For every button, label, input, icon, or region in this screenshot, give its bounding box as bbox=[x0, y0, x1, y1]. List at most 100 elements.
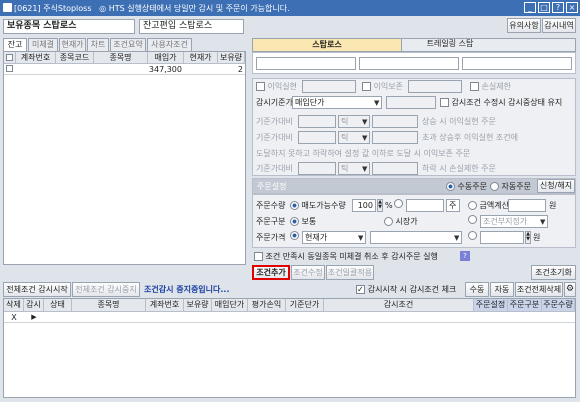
preserve-value bbox=[408, 80, 462, 93]
price-radio[interactable] bbox=[290, 231, 299, 240]
total-qty: 2 bbox=[237, 65, 243, 74]
tab-price[interactable]: 현재가 bbox=[59, 38, 86, 51]
keep-status-option[interactable]: 감시조건 수정시 감시중상태 유지 bbox=[440, 96, 562, 109]
help-icon[interactable]: ? bbox=[460, 251, 470, 261]
delete-row-icon[interactable]: X bbox=[4, 312, 24, 323]
price-select[interactable]: 현재가 ▼ bbox=[302, 231, 366, 244]
holdings-grid: 계좌번호 종목코드 종목명 매입가 현재가 보유량 347,300 2 bbox=[3, 51, 246, 265]
row2-unit[interactable]: 틱 ▼ bbox=[338, 131, 370, 144]
delete-all-button[interactable]: 조건전체삭제 bbox=[515, 282, 563, 297]
history-button[interactable]: 감시내역 bbox=[542, 18, 576, 33]
help-icon[interactable]: ? bbox=[552, 2, 564, 13]
start-all-button[interactable]: 전체조건 감시시작 bbox=[3, 282, 71, 297]
basis-select[interactable]: 매입단가 ▼ bbox=[292, 96, 382, 109]
price-unit: 원 bbox=[533, 233, 541, 242]
row1-label: 기준가대비 bbox=[256, 117, 293, 126]
col-holding-qty: 보유량 bbox=[184, 299, 212, 312]
app-icon bbox=[3, 3, 12, 12]
batch-apply-button[interactable]: 조건일괄적용 bbox=[326, 265, 374, 280]
col-order-qty: 주문수량 bbox=[542, 299, 575, 312]
type-normal-radio[interactable]: 보통 bbox=[290, 215, 316, 228]
row4-label: 기준가대비 bbox=[256, 164, 293, 173]
qty-opt-radio[interactable]: 매도가능수량 bbox=[290, 199, 346, 212]
tab-summary[interactable]: 조건요약 bbox=[110, 38, 146, 51]
cond-type-select[interactable]: 조건부지정가 ▼ bbox=[480, 215, 548, 228]
profit-option[interactable]: 이익실현 bbox=[256, 80, 297, 93]
row1-unit[interactable]: 틱 ▼ bbox=[338, 115, 370, 128]
spin-icon[interactable]: ▲ ▼ bbox=[525, 231, 531, 244]
col-delete: 삭제 bbox=[4, 299, 24, 312]
row2-input[interactable] bbox=[298, 131, 336, 144]
row1-value bbox=[372, 115, 418, 128]
qty-direct-input[interactable] bbox=[406, 199, 444, 212]
condition-grid: 삭제 감시 상태 종목명 계좌번호 보유량 매입단가 평가손익 기준단가 감시조… bbox=[3, 298, 576, 398]
manual-button[interactable]: 수동 bbox=[465, 282, 489, 297]
minimize-icon[interactable]: _ bbox=[524, 2, 536, 13]
maximize-icon[interactable]: □ bbox=[538, 2, 550, 13]
sub-title: 잔고편입 스탑로스 bbox=[139, 19, 244, 34]
row1-input[interactable] bbox=[298, 115, 336, 128]
amount-radio[interactable]: 금액계산 bbox=[468, 199, 509, 212]
chevron-down-icon: ▼ bbox=[362, 118, 368, 126]
apply-cancel-button[interactable]: 신청/해지 bbox=[537, 179, 575, 193]
col-status: 상태 bbox=[44, 299, 72, 312]
auto-button[interactable]: 자동 bbox=[490, 282, 514, 297]
qty-direct-radio[interactable] bbox=[394, 199, 403, 208]
spin-icon[interactable]: ▲ ▼ bbox=[377, 199, 383, 212]
chevron-down-icon: ▼ bbox=[540, 218, 546, 226]
row4-input[interactable] bbox=[298, 162, 336, 175]
col-order-setting: 주문설정 bbox=[474, 299, 508, 312]
manual-order-radio[interactable]: 수동주문 bbox=[446, 180, 487, 193]
reset-condition-button[interactable]: 조건초기화 bbox=[531, 265, 576, 280]
cancel-unfilled-option[interactable]: 조건 만족시 동일종목 미체결 취소 후 감시주문 실행 bbox=[254, 250, 438, 263]
preserve-option[interactable]: 이익보존 bbox=[362, 80, 403, 93]
page-title: 보유종목 스탑로스 bbox=[3, 19, 135, 34]
header-check[interactable] bbox=[4, 52, 16, 64]
chevron-down-icon: ▼ bbox=[454, 234, 460, 242]
chevron-down-icon: ▼ bbox=[358, 234, 364, 242]
tab-user-cond[interactable]: 사용자조건 bbox=[147, 38, 192, 51]
profit-value bbox=[302, 80, 356, 93]
row-check[interactable] bbox=[6, 65, 13, 72]
row4-text: 하락 시 손실제한 주문 bbox=[422, 164, 496, 173]
col-buy-price: 매입가 bbox=[148, 52, 184, 64]
price-input[interactable] bbox=[480, 231, 524, 244]
tab-trailing[interactable]: 트레일링 스탑 bbox=[402, 38, 498, 52]
check-cond-option[interactable]: ✓ 감시시작 시 감시조건 체크 bbox=[356, 283, 456, 296]
price-label: 주문가격 bbox=[256, 233, 286, 242]
row2-text: 초과 상승후 이익실현 조건에 bbox=[422, 133, 518, 142]
table-row[interactable]: 347,300 2 bbox=[4, 64, 245, 75]
col-buy-unit-price: 매입단가 bbox=[212, 299, 248, 312]
tab-stoploss[interactable]: 스탑로스 bbox=[252, 38, 402, 52]
auto-order-radio[interactable]: 자동주문 bbox=[490, 180, 531, 193]
type-cond-radio[interactable] bbox=[468, 215, 477, 224]
amount-input[interactable] bbox=[508, 199, 546, 212]
add-condition-button[interactable]: 조건추가 bbox=[252, 265, 290, 280]
row4-unit[interactable]: 틱 ▼ bbox=[338, 162, 370, 175]
tab-unfilled[interactable]: 미체결 bbox=[28, 38, 58, 51]
price-sub-select[interactable]: ▼ bbox=[370, 231, 462, 244]
play-icon[interactable]: ▶ bbox=[24, 312, 44, 323]
price-input-radio[interactable] bbox=[468, 231, 477, 240]
stop-all-button[interactable]: 전체조건 감시중지 bbox=[72, 282, 140, 297]
type-market-radio[interactable]: 시장가 bbox=[384, 215, 418, 228]
col-condition: 감시조건 bbox=[324, 299, 474, 312]
col-watch: 감시 bbox=[24, 299, 44, 312]
loss-option[interactable]: 손실제한 bbox=[470, 80, 511, 93]
gear-icon[interactable]: ⚙ bbox=[564, 282, 576, 297]
col-order-type: 주문구분 bbox=[508, 299, 542, 312]
notice-button[interactable]: 유의사항 bbox=[507, 18, 541, 33]
info-field-2 bbox=[359, 57, 459, 70]
close-icon[interactable]: × bbox=[566, 2, 578, 13]
basis-price bbox=[386, 96, 436, 109]
table-row[interactable]: X ▶ bbox=[4, 312, 575, 323]
qty-unit: 주 bbox=[446, 199, 460, 212]
info-field-3 bbox=[462, 57, 572, 70]
qty-percent-input[interactable]: 100 bbox=[352, 199, 376, 212]
tab-chart[interactable]: 차트 bbox=[87, 38, 109, 51]
edit-condition-button[interactable]: 조건수정 bbox=[291, 265, 325, 280]
amount-unit: 원 bbox=[549, 201, 557, 210]
col-account: 계좌번호 bbox=[16, 52, 56, 64]
tab-balance[interactable]: 잔고 bbox=[3, 38, 27, 51]
row2-label: 기준가대비 bbox=[256, 133, 293, 142]
